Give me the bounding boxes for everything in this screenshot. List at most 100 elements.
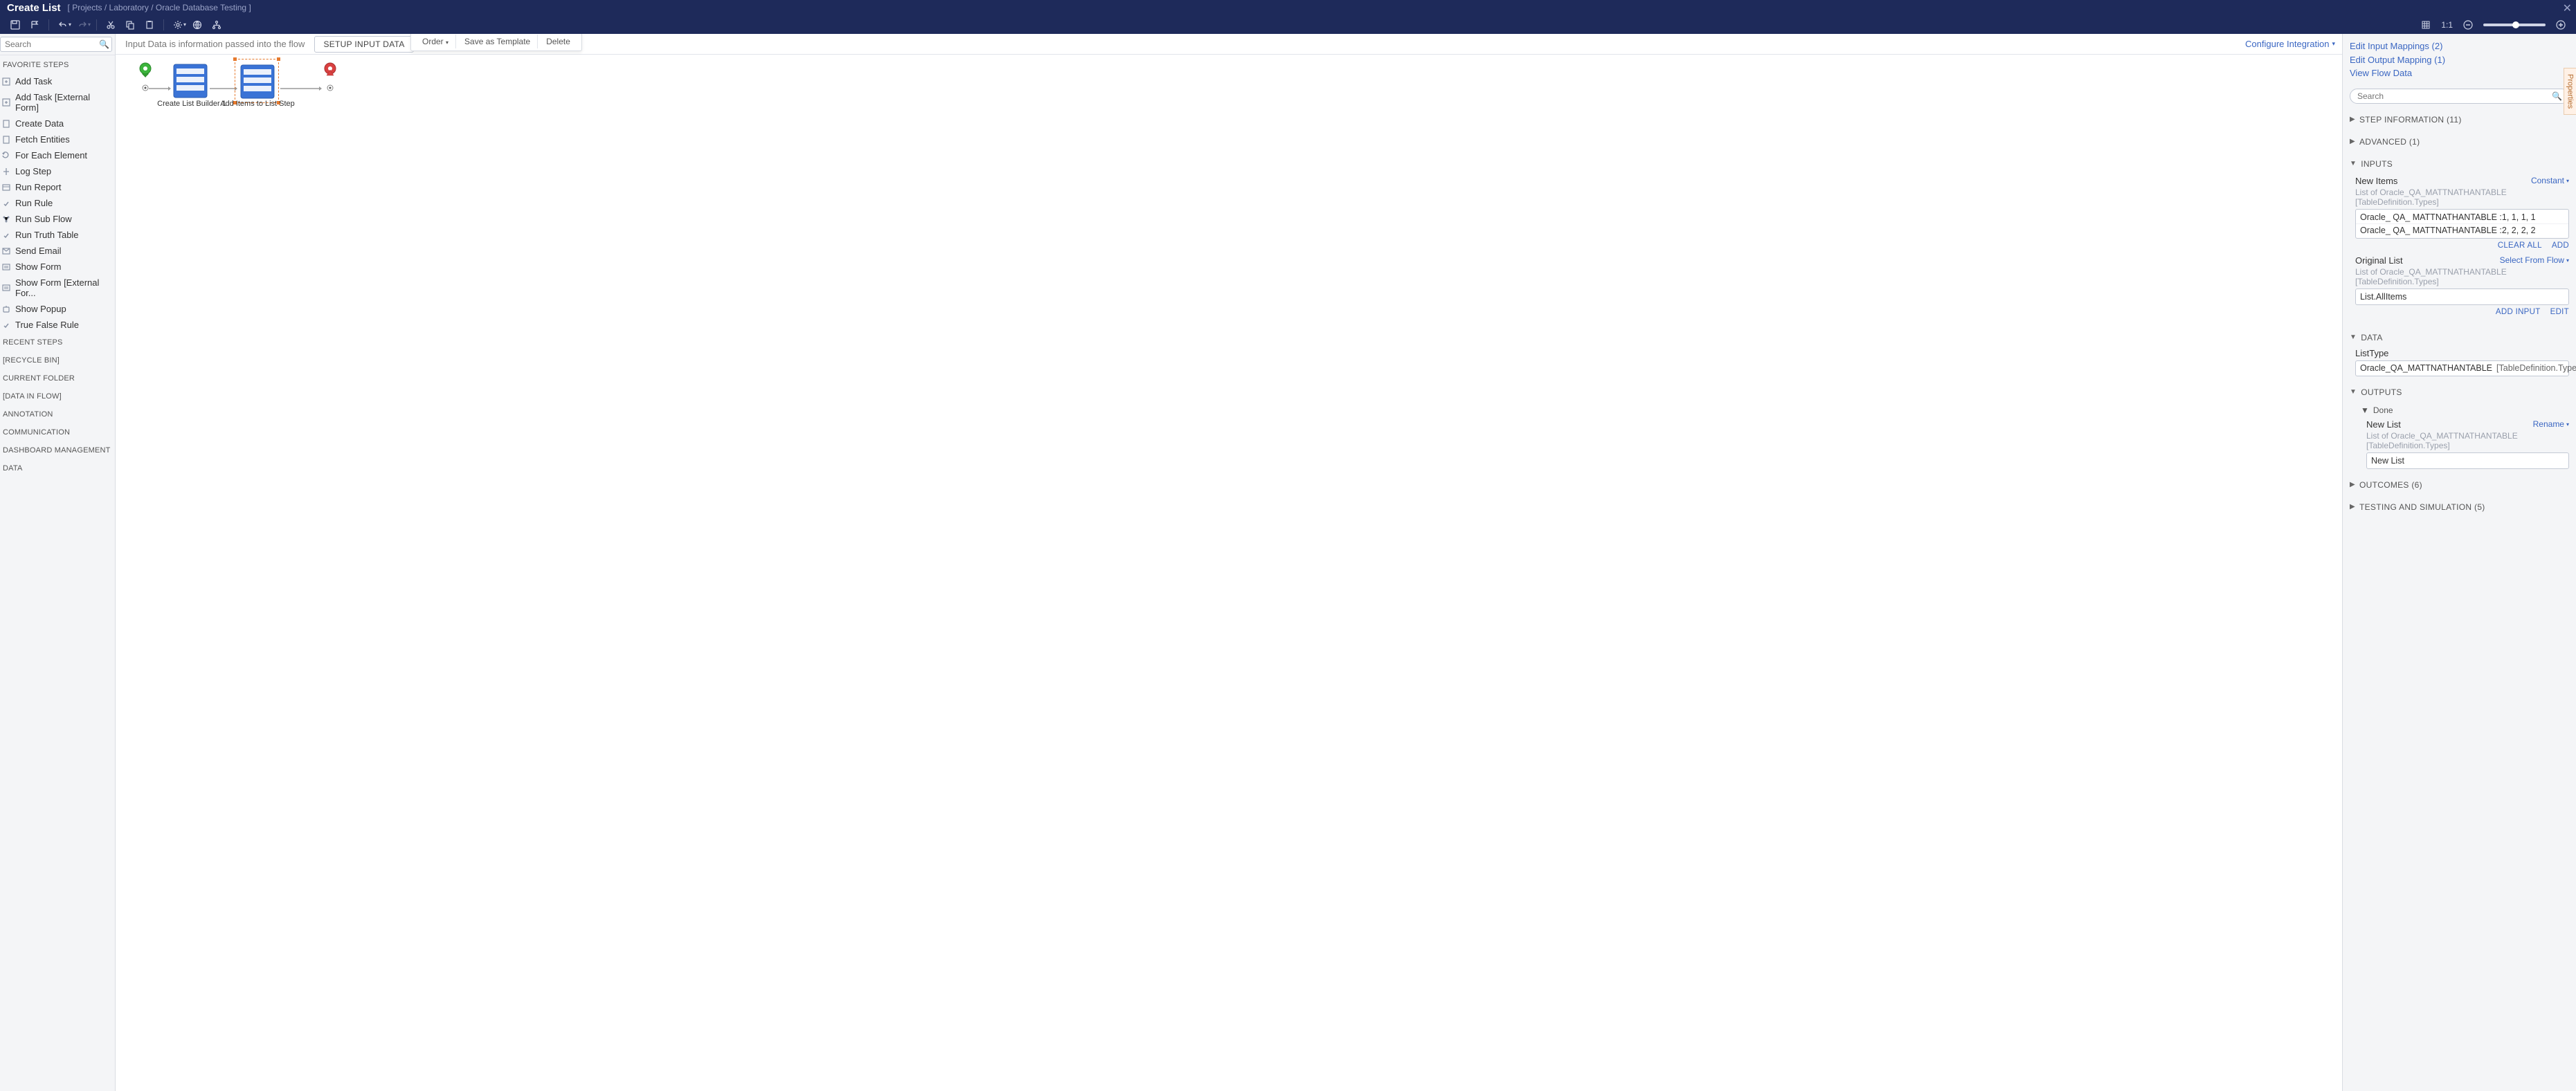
- original-list-value-input[interactable]: List.AllItems: [2355, 288, 2569, 305]
- original-list-mode-link[interactable]: Select From Flow▾: [2500, 255, 2569, 265]
- canvas-subheader: Input Data is information passed into th…: [116, 34, 2342, 55]
- annotation-header[interactable]: ANNOTATION: [0, 405, 115, 423]
- data-in-flow-header[interactable]: [DATA IN FLOW]: [0, 387, 115, 405]
- view-flow-data-link[interactable]: View Flow Data: [2350, 66, 2569, 80]
- zoom-ratio: 1:1: [2441, 20, 2453, 30]
- chevron-right-icon: ▶: [2350, 481, 2355, 488]
- save-icon[interactable]: [7, 17, 24, 33]
- step-icon: [1, 98, 11, 107]
- add-item-link[interactable]: ADD: [2552, 241, 2569, 250]
- globe-icon[interactable]: [189, 17, 206, 33]
- favorite-step-item[interactable]: Show Form [External For...: [0, 275, 115, 301]
- cut-icon[interactable]: [102, 17, 119, 33]
- step-label: Run Truth Table: [15, 230, 79, 240]
- favorite-step-item[interactable]: Run Truth Table: [0, 227, 115, 243]
- list-item[interactable]: Oracle_ QA_ MATTNATHANTABLE :2, 2, 2, 2: [2356, 224, 2568, 237]
- new-list-value-input[interactable]: New List: [2366, 452, 2569, 469]
- flow-node-create-list-builder[interactable]: [171, 62, 210, 100]
- end-node[interactable]: [323, 62, 344, 92]
- sitemap-icon[interactable]: [208, 17, 225, 33]
- step-search-input[interactable]: [0, 37, 112, 52]
- chevron-down-icon: ▼: [2361, 405, 2369, 415]
- configure-integration-link[interactable]: Configure Integration▾: [2245, 39, 2335, 49]
- step-icon: [1, 119, 11, 129]
- search-icon[interactable]: 🔍: [99, 39, 109, 49]
- clear-all-link[interactable]: CLEAR ALL: [2498, 241, 2542, 250]
- list-item[interactable]: Oracle_ QA_ MATTNATHANTABLE :1, 1, 1, 1: [2356, 211, 2568, 224]
- step-label: Log Step: [15, 166, 51, 176]
- favorite-step-item[interactable]: Send Email: [0, 243, 115, 259]
- favorite-step-item[interactable]: Add Task: [0, 73, 115, 89]
- favorite-step-item[interactable]: Fetch Entities: [0, 131, 115, 147]
- redo-dropdown-icon[interactable]: ▾: [88, 21, 91, 28]
- current-folder-header: CURRENT FOLDER: [0, 369, 115, 387]
- communication-header[interactable]: COMMUNICATION: [0, 423, 115, 441]
- menu-save-as-template[interactable]: Save as Template: [457, 35, 538, 48]
- section-advanced[interactable]: ▶ADVANCED (1): [2350, 133, 2569, 151]
- section-testing[interactable]: ▶TESTING AND SIMULATION (5): [2350, 498, 2569, 516]
- favorite-step-item[interactable]: Run Sub Flow: [0, 211, 115, 227]
- step-icon: [1, 230, 11, 240]
- step-icon: [1, 199, 11, 208]
- step-icon: [1, 214, 11, 224]
- chevron-right-icon: ▶: [2350, 503, 2355, 511]
- favorite-step-item[interactable]: True False Rule: [0, 317, 115, 333]
- add-input-link[interactable]: ADD INPUT: [2496, 308, 2541, 316]
- chevron-down-icon: ▼: [2350, 333, 2357, 341]
- breadcrumb: [ Projects / Laboratory / Oracle Databas…: [68, 3, 251, 12]
- left-sidebar: 🔍 FAVORITE STEPS Add Task Add Task [Exter…: [0, 34, 116, 1091]
- properties-tab[interactable]: Properties: [2564, 68, 2576, 115]
- favorite-step-item[interactable]: Log Step: [0, 163, 115, 179]
- chevron-down-icon: ▾: [2566, 421, 2569, 428]
- chevron-right-icon: ▶: [2350, 138, 2355, 145]
- section-inputs[interactable]: ▼INPUTS: [2350, 155, 2569, 173]
- rename-link[interactable]: Rename▾: [2533, 419, 2569, 429]
- step-label: Add Task [External Form]: [15, 92, 112, 113]
- setup-input-data-button[interactable]: SETUP INPUT DATA: [314, 36, 413, 53]
- edit-link[interactable]: EDIT: [2550, 308, 2569, 316]
- search-icon[interactable]: 🔍: [2552, 91, 2562, 101]
- paste-icon[interactable]: [141, 17, 158, 33]
- grid-icon[interactable]: [2418, 17, 2434, 33]
- copy-icon[interactable]: [122, 17, 138, 33]
- edit-input-mappings-link[interactable]: Edit Input Mappings (2): [2350, 39, 2569, 53]
- listtype-picker[interactable]: Oracle_QA_MATTNATHANTABLE [TableDefiniti…: [2355, 360, 2569, 376]
- data-header[interactable]: DATA: [0, 459, 115, 477]
- edit-output-mapping-link[interactable]: Edit Output Mapping (1): [2350, 53, 2569, 67]
- zoom-out-icon[interactable]: [2460, 17, 2476, 33]
- favorite-step-item[interactable]: Add Task [External Form]: [0, 89, 115, 116]
- menu-delete[interactable]: Delete: [539, 35, 577, 48]
- new-items-mode-link[interactable]: Constant▾: [2531, 176, 2569, 185]
- favorite-step-item[interactable]: Create Data: [0, 116, 115, 131]
- step-label: Add Task: [15, 76, 52, 86]
- gear-dropdown-icon[interactable]: ▾: [183, 21, 186, 28]
- step-icon: [1, 283, 11, 293]
- flow-node-add-items-selected[interactable]: [235, 59, 279, 103]
- section-outcomes[interactable]: ▶OUTCOMES (6): [2350, 476, 2569, 494]
- favorite-step-item[interactable]: Run Report: [0, 179, 115, 195]
- zoom-in-icon[interactable]: [2552, 17, 2569, 33]
- dashboard-mgmt-header[interactable]: DASHBOARD MANAGEMENT: [0, 441, 115, 459]
- close-icon[interactable]: ✕: [2563, 1, 2572, 15]
- section-outputs[interactable]: ▼OUTPUTS: [2350, 383, 2569, 401]
- recycle-bin-header[interactable]: [RECYCLE BIN]: [0, 351, 115, 369]
- properties-search-input[interactable]: [2350, 89, 2569, 104]
- output-done-header[interactable]: ▼Done: [2361, 403, 2569, 418]
- new-list-label: New List: [2366, 419, 2401, 430]
- menu-order[interactable]: Order ▾: [415, 35, 456, 48]
- section-data[interactable]: ▼DATA: [2350, 329, 2569, 347]
- favorite-step-item[interactable]: Run Rule: [0, 195, 115, 211]
- zoom-slider[interactable]: [2483, 24, 2546, 26]
- step-icon: [1, 246, 11, 256]
- new-items-values-box[interactable]: Oracle_ QA_ MATTNATHANTABLE :1, 1, 1, 1 …: [2355, 209, 2569, 239]
- undo-dropdown-icon[interactable]: ▾: [69, 21, 71, 28]
- section-step-information[interactable]: ▶STEP INFORMATION (11): [2350, 111, 2569, 129]
- favorite-step-item[interactable]: Show Popup: [0, 301, 115, 317]
- flag-icon[interactable]: [26, 17, 43, 33]
- flow-canvas[interactable]: Input Data is information passed into th…: [116, 34, 2342, 1091]
- favorite-step-item[interactable]: Show Form: [0, 259, 115, 275]
- favorite-step-item[interactable]: For Each Element: [0, 147, 115, 163]
- step-label: Show Popup: [15, 304, 66, 314]
- step-label: Run Rule: [15, 198, 53, 208]
- favorite-steps-header: FAVORITE STEPS: [0, 55, 115, 73]
